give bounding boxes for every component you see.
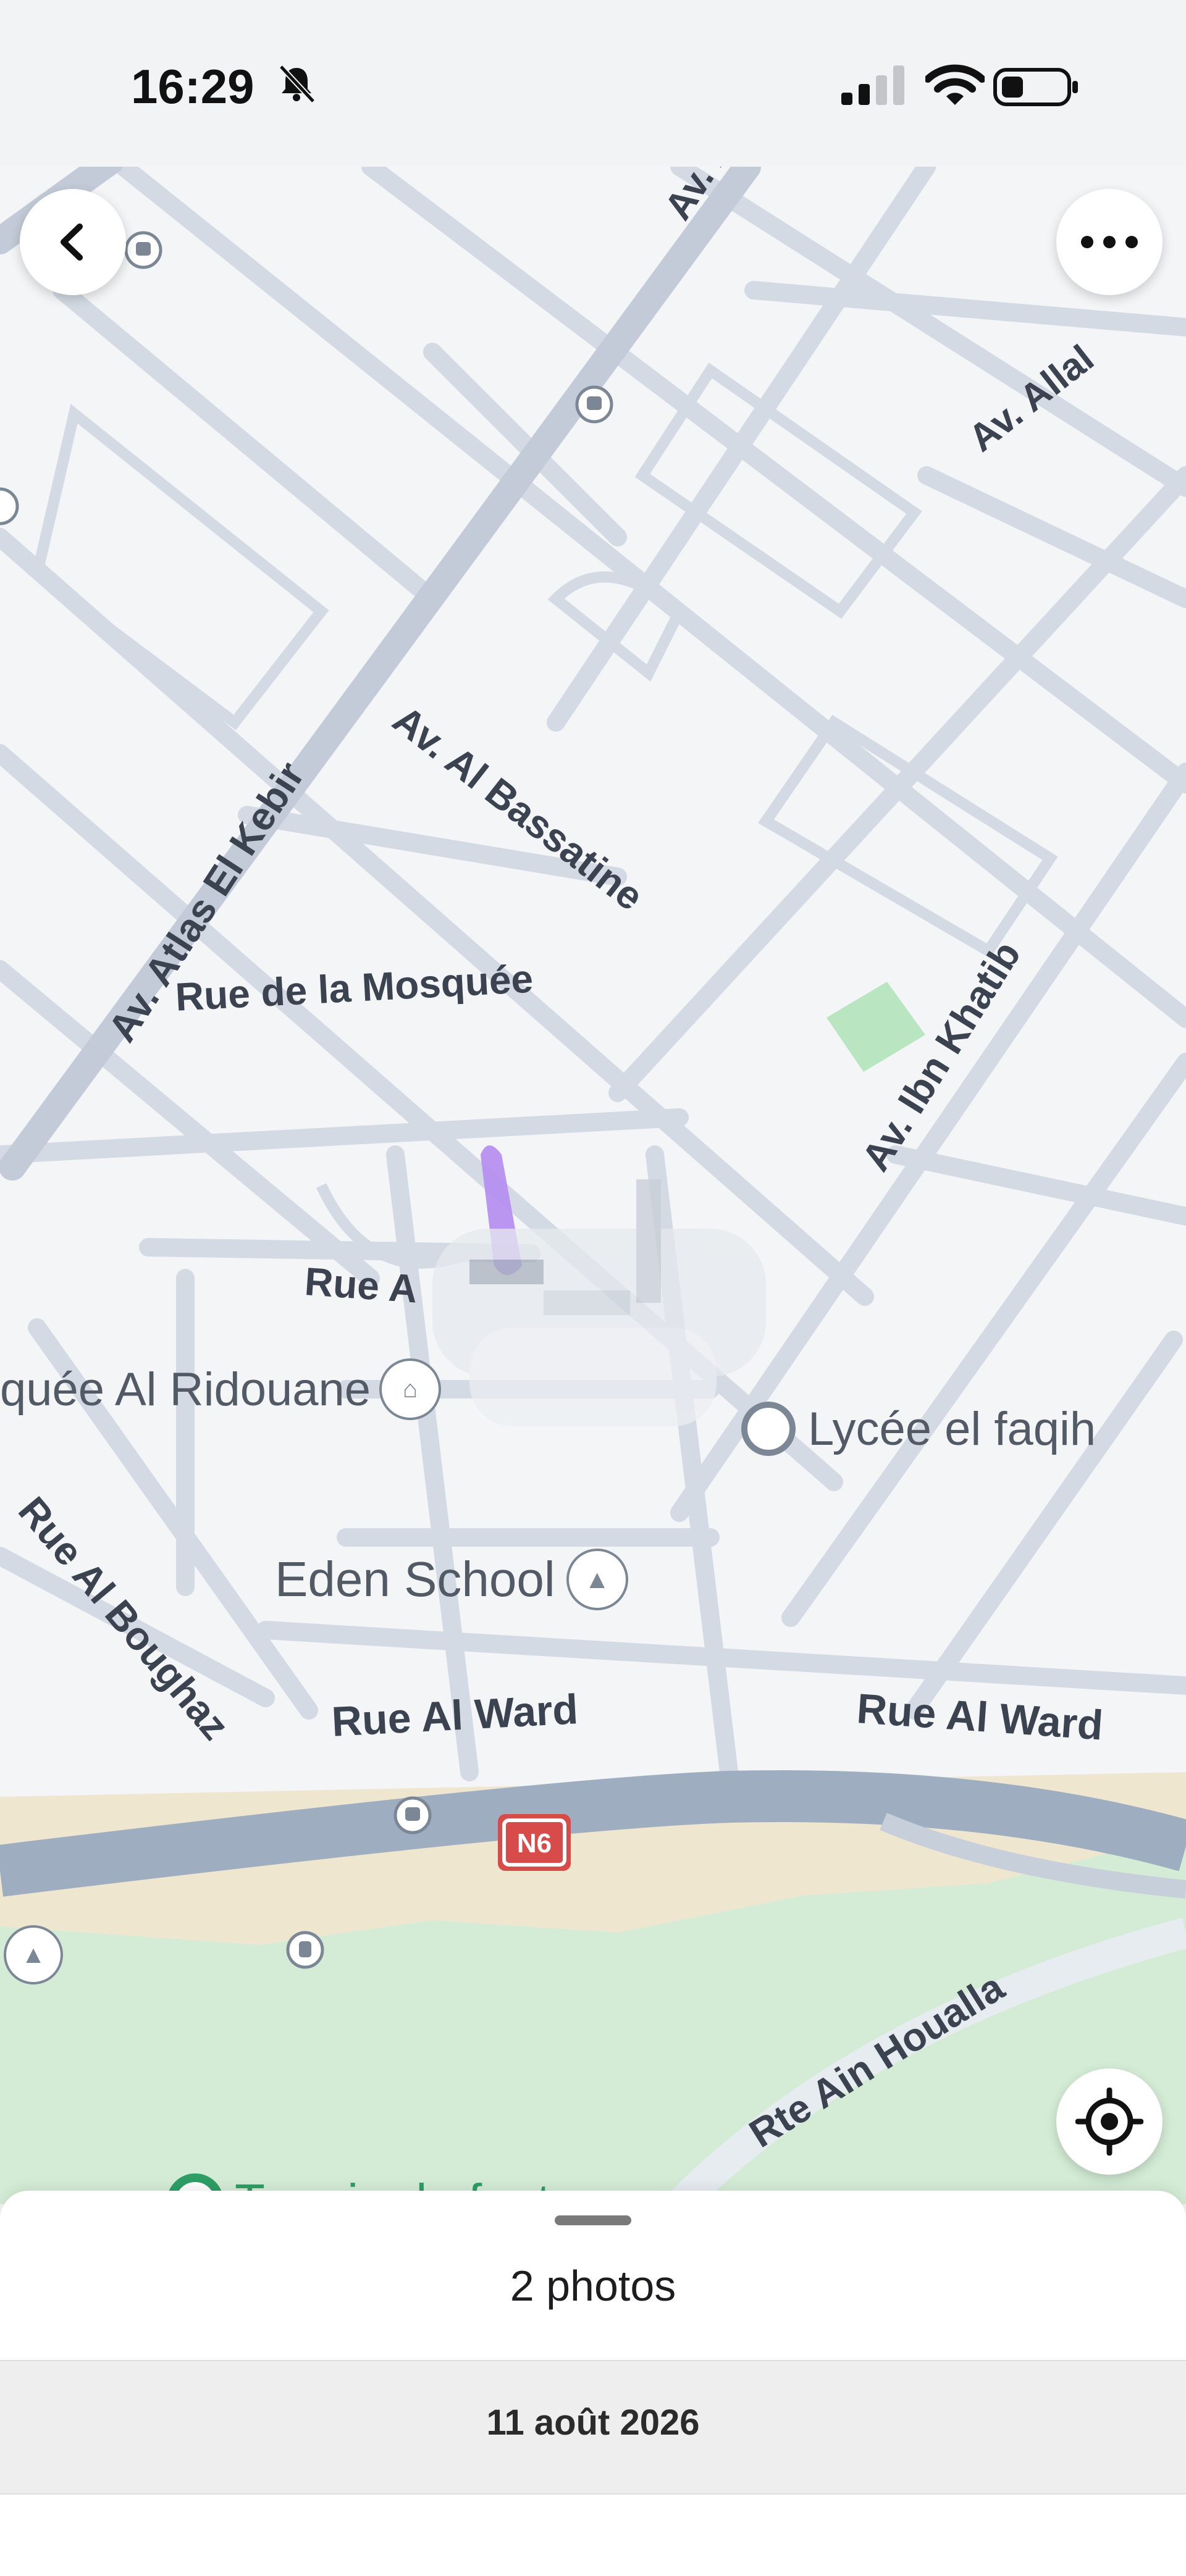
- photos-count-label: 2 photos: [510, 2262, 676, 2310]
- locate-target-icon: [1075, 2088, 1143, 2156]
- poi-mosque-label: quée Al Ridouane: [0, 1363, 371, 1416]
- poi-school[interactable]: Eden School ▲: [275, 1549, 628, 1610]
- status-bar: 16:29: [0, 0, 1186, 167]
- sheet-drag-handle[interactable]: [555, 2215, 631, 2225]
- school-icon[interactable]: ▲: [4, 1925, 63, 1984]
- battery-icon: [993, 68, 1078, 106]
- cellular-signal-icon: [841, 65, 904, 105]
- route-shield-label: N6: [517, 1828, 552, 1859]
- poi-lycee-label: Lycée el faqih: [808, 1402, 1096, 1455]
- chevron-left-icon: [61, 224, 83, 261]
- locate-me-button[interactable]: [1056, 2068, 1163, 2175]
- date-label: 11 août 2026: [486, 2402, 700, 2443]
- date-header: 11 août 2026: [0, 2360, 1186, 2494]
- more-options-button[interactable]: [1056, 189, 1163, 295]
- wifi-icon: [925, 64, 985, 105]
- bell-slash-icon: [279, 64, 316, 104]
- school-icon: ▲: [566, 1549, 628, 1610]
- pin-icon: [741, 1402, 796, 1456]
- back-button[interactable]: [20, 189, 126, 295]
- status-time: 16:29: [131, 59, 254, 114]
- street-label: Rue A: [303, 1258, 419, 1311]
- map-view[interactable]: N6 Av. Al Av. Allal Av. Atlas El Kebir A…: [0, 167, 1186, 2204]
- more-dots-icon: [1081, 236, 1138, 248]
- route-shield-n6: N6: [498, 1814, 571, 1871]
- mosque-icon: ⌂: [379, 1358, 442, 1420]
- poi-lycee[interactable]: Lycée el faqih: [741, 1402, 1096, 1456]
- photos-bottom-sheet[interactable]: 2 photos 11 août 2026: [0, 2191, 1186, 2576]
- poi-mosque[interactable]: quée Al Ridouane ⌂: [0, 1358, 442, 1420]
- poi-school-label: Eden School: [275, 1552, 555, 1607]
